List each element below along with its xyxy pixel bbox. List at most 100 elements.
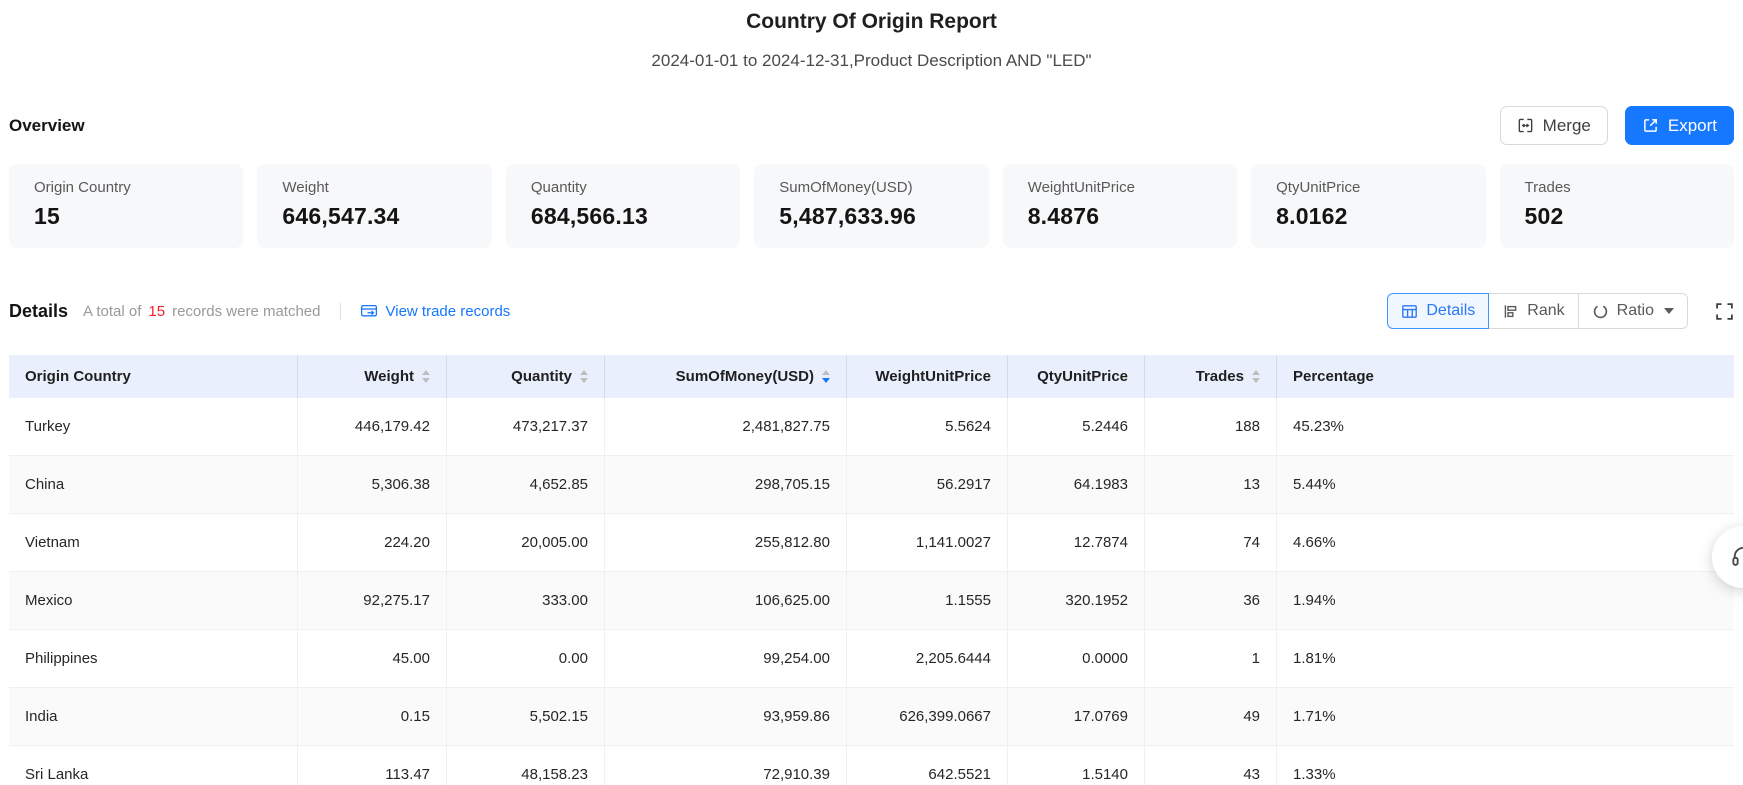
vertical-divider: [340, 303, 341, 320]
cell-quantity: 48,158.23: [447, 746, 605, 785]
overview-card: Weight 646,547.34: [257, 164, 491, 248]
column-header-weight_unit_price: WeightUnitPrice: [847, 355, 1008, 398]
cell-sum_of_money: 106,625.00: [605, 572, 847, 629]
merge-icon: [1517, 117, 1534, 134]
view-trade-records-link[interactable]: View trade records: [360, 303, 511, 320]
card-label: Trades: [1525, 179, 1734, 196]
table-row: India0.155,502.1593,959.86626,399.066717…: [9, 688, 1734, 746]
cell-weight_unit_price: 642.5521: [847, 746, 1008, 785]
details-table: Origin Country Weight Quantity SumOfMoney(U…: [9, 355, 1734, 785]
sort-icon[interactable]: [580, 370, 588, 383]
overview-card: Origin Country 15: [9, 164, 243, 248]
match-suffix: records were matched: [172, 303, 320, 320]
column-header-label: Quantity: [511, 368, 572, 385]
cell-qty_unit_price: 5.2446: [1008, 398, 1145, 455]
cell-origin_country: Turkey: [9, 398, 298, 455]
cell-percentage: 4.66%: [1277, 514, 1734, 571]
cell-weight_unit_price: 2,205.6444: [847, 630, 1008, 687]
match-summary: A total of 15 records were matched: [83, 303, 320, 320]
card-value: 502: [1525, 203, 1734, 230]
overview-actions: Merge Export: [1500, 106, 1734, 145]
cell-weight_unit_price: 56.2917: [847, 456, 1008, 513]
cell-weight: 92,275.17: [298, 572, 447, 629]
column-header-weight[interactable]: Weight: [298, 355, 447, 398]
table-row: Vietnam224.2020,005.00255,812.801,141.00…: [9, 514, 1734, 572]
column-header-sum_of_money[interactable]: SumOfMoney(USD): [605, 355, 847, 398]
table-body: Turkey446,179.42473,217.372,481,827.755.…: [9, 398, 1734, 785]
cell-quantity: 473,217.37: [447, 398, 605, 455]
tab-label: Ratio: [1617, 302, 1654, 320]
cell-origin_country: Philippines: [9, 630, 298, 687]
cell-quantity: 4,652.85: [447, 456, 605, 513]
cell-weight: 0.15: [298, 688, 447, 745]
cell-trades: 43: [1145, 746, 1277, 785]
sort-icon[interactable]: [422, 370, 430, 383]
overview-cards: Origin Country 15 Weight 646,547.34 Quan…: [9, 164, 1734, 248]
overview-card: WeightUnitPrice 8.4876: [1003, 164, 1237, 248]
card-value: 5,487,633.96: [779, 203, 988, 230]
card-label: WeightUnitPrice: [1028, 179, 1237, 196]
merge-button[interactable]: Merge: [1500, 106, 1608, 145]
cell-weight: 5,306.38: [298, 456, 447, 513]
cell-sum_of_money: 72,910.39: [605, 746, 847, 785]
cell-sum_of_money: 2,481,827.75: [605, 398, 847, 455]
cell-weight_unit_price: 626,399.0667: [847, 688, 1008, 745]
chevron-down-icon: [1664, 308, 1674, 314]
cell-origin_country: India: [9, 688, 298, 745]
cell-qty_unit_price: 17.0769: [1008, 688, 1145, 745]
card-label: QtyUnitPrice: [1276, 179, 1485, 196]
column-header-label: QtyUnitPrice: [1037, 368, 1128, 385]
card-value: 684,566.13: [531, 203, 740, 230]
fullscreen-icon[interactable]: [1715, 302, 1734, 321]
export-icon: [1642, 117, 1659, 134]
cell-weight_unit_price: 1.1555: [847, 572, 1008, 629]
cell-qty_unit_price: 0.0000: [1008, 630, 1145, 687]
column-header-quantity[interactable]: Quantity: [447, 355, 605, 398]
card-label: Weight: [282, 179, 491, 196]
cell-qty_unit_price: 12.7874: [1008, 514, 1145, 571]
cell-weight: 224.20: [298, 514, 447, 571]
cell-trades: 188: [1145, 398, 1277, 455]
card-value: 8.4876: [1028, 203, 1237, 230]
cell-origin_country: Vietnam: [9, 514, 298, 571]
cell-trades: 49: [1145, 688, 1277, 745]
table-header-row: Origin Country Weight Quantity SumOfMoney(U…: [9, 355, 1734, 398]
export-button-label: Export: [1668, 116, 1717, 136]
cell-origin_country: China: [9, 456, 298, 513]
tab-label: Rank: [1527, 302, 1564, 320]
cell-qty_unit_price: 64.1983: [1008, 456, 1145, 513]
cell-trades: 36: [1145, 572, 1277, 629]
cell-weight: 113.47: [298, 746, 447, 785]
card-label: Quantity: [531, 179, 740, 196]
card-value: 646,547.34: [282, 203, 491, 230]
table-icon: [1401, 303, 1418, 320]
overview-heading: Overview: [9, 116, 85, 136]
cell-quantity: 5,502.15: [447, 688, 605, 745]
overview-card: QtyUnitPrice 8.0162: [1251, 164, 1485, 248]
tab-details[interactable]: Details: [1387, 293, 1489, 329]
tab-rank[interactable]: Rank: [1489, 293, 1578, 329]
tab-ratio[interactable]: Ratio: [1579, 293, 1688, 329]
table-row: Turkey446,179.42473,217.372,481,827.755.…: [9, 398, 1734, 456]
merge-button-label: Merge: [1543, 116, 1591, 136]
cell-percentage: 5.44%: [1277, 456, 1734, 513]
column-header-trades[interactable]: Trades: [1145, 355, 1277, 398]
sort-icon[interactable]: [1252, 370, 1260, 383]
cell-sum_of_money: 99,254.00: [605, 630, 847, 687]
column-header-label: Origin Country: [25, 368, 131, 385]
cell-percentage: 45.23%: [1277, 398, 1734, 455]
headset-icon: [1730, 544, 1743, 571]
sort-icon[interactable]: [822, 370, 830, 383]
export-button[interactable]: Export: [1625, 106, 1734, 145]
cell-percentage: 1.94%: [1277, 572, 1734, 629]
table-row: Mexico92,275.17333.00106,625.001.1555320…: [9, 572, 1734, 630]
cell-trades: 1: [1145, 630, 1277, 687]
cell-percentage: 1.71%: [1277, 688, 1734, 745]
cell-weight_unit_price: 5.5624: [847, 398, 1008, 455]
cell-qty_unit_price: 1.5140: [1008, 746, 1145, 785]
cell-sum_of_money: 298,705.15: [605, 456, 847, 513]
view-trade-records-label: View trade records: [386, 303, 511, 320]
details-heading: Details: [9, 301, 68, 322]
card-value: 15: [34, 203, 243, 230]
cell-origin_country: Mexico: [9, 572, 298, 629]
